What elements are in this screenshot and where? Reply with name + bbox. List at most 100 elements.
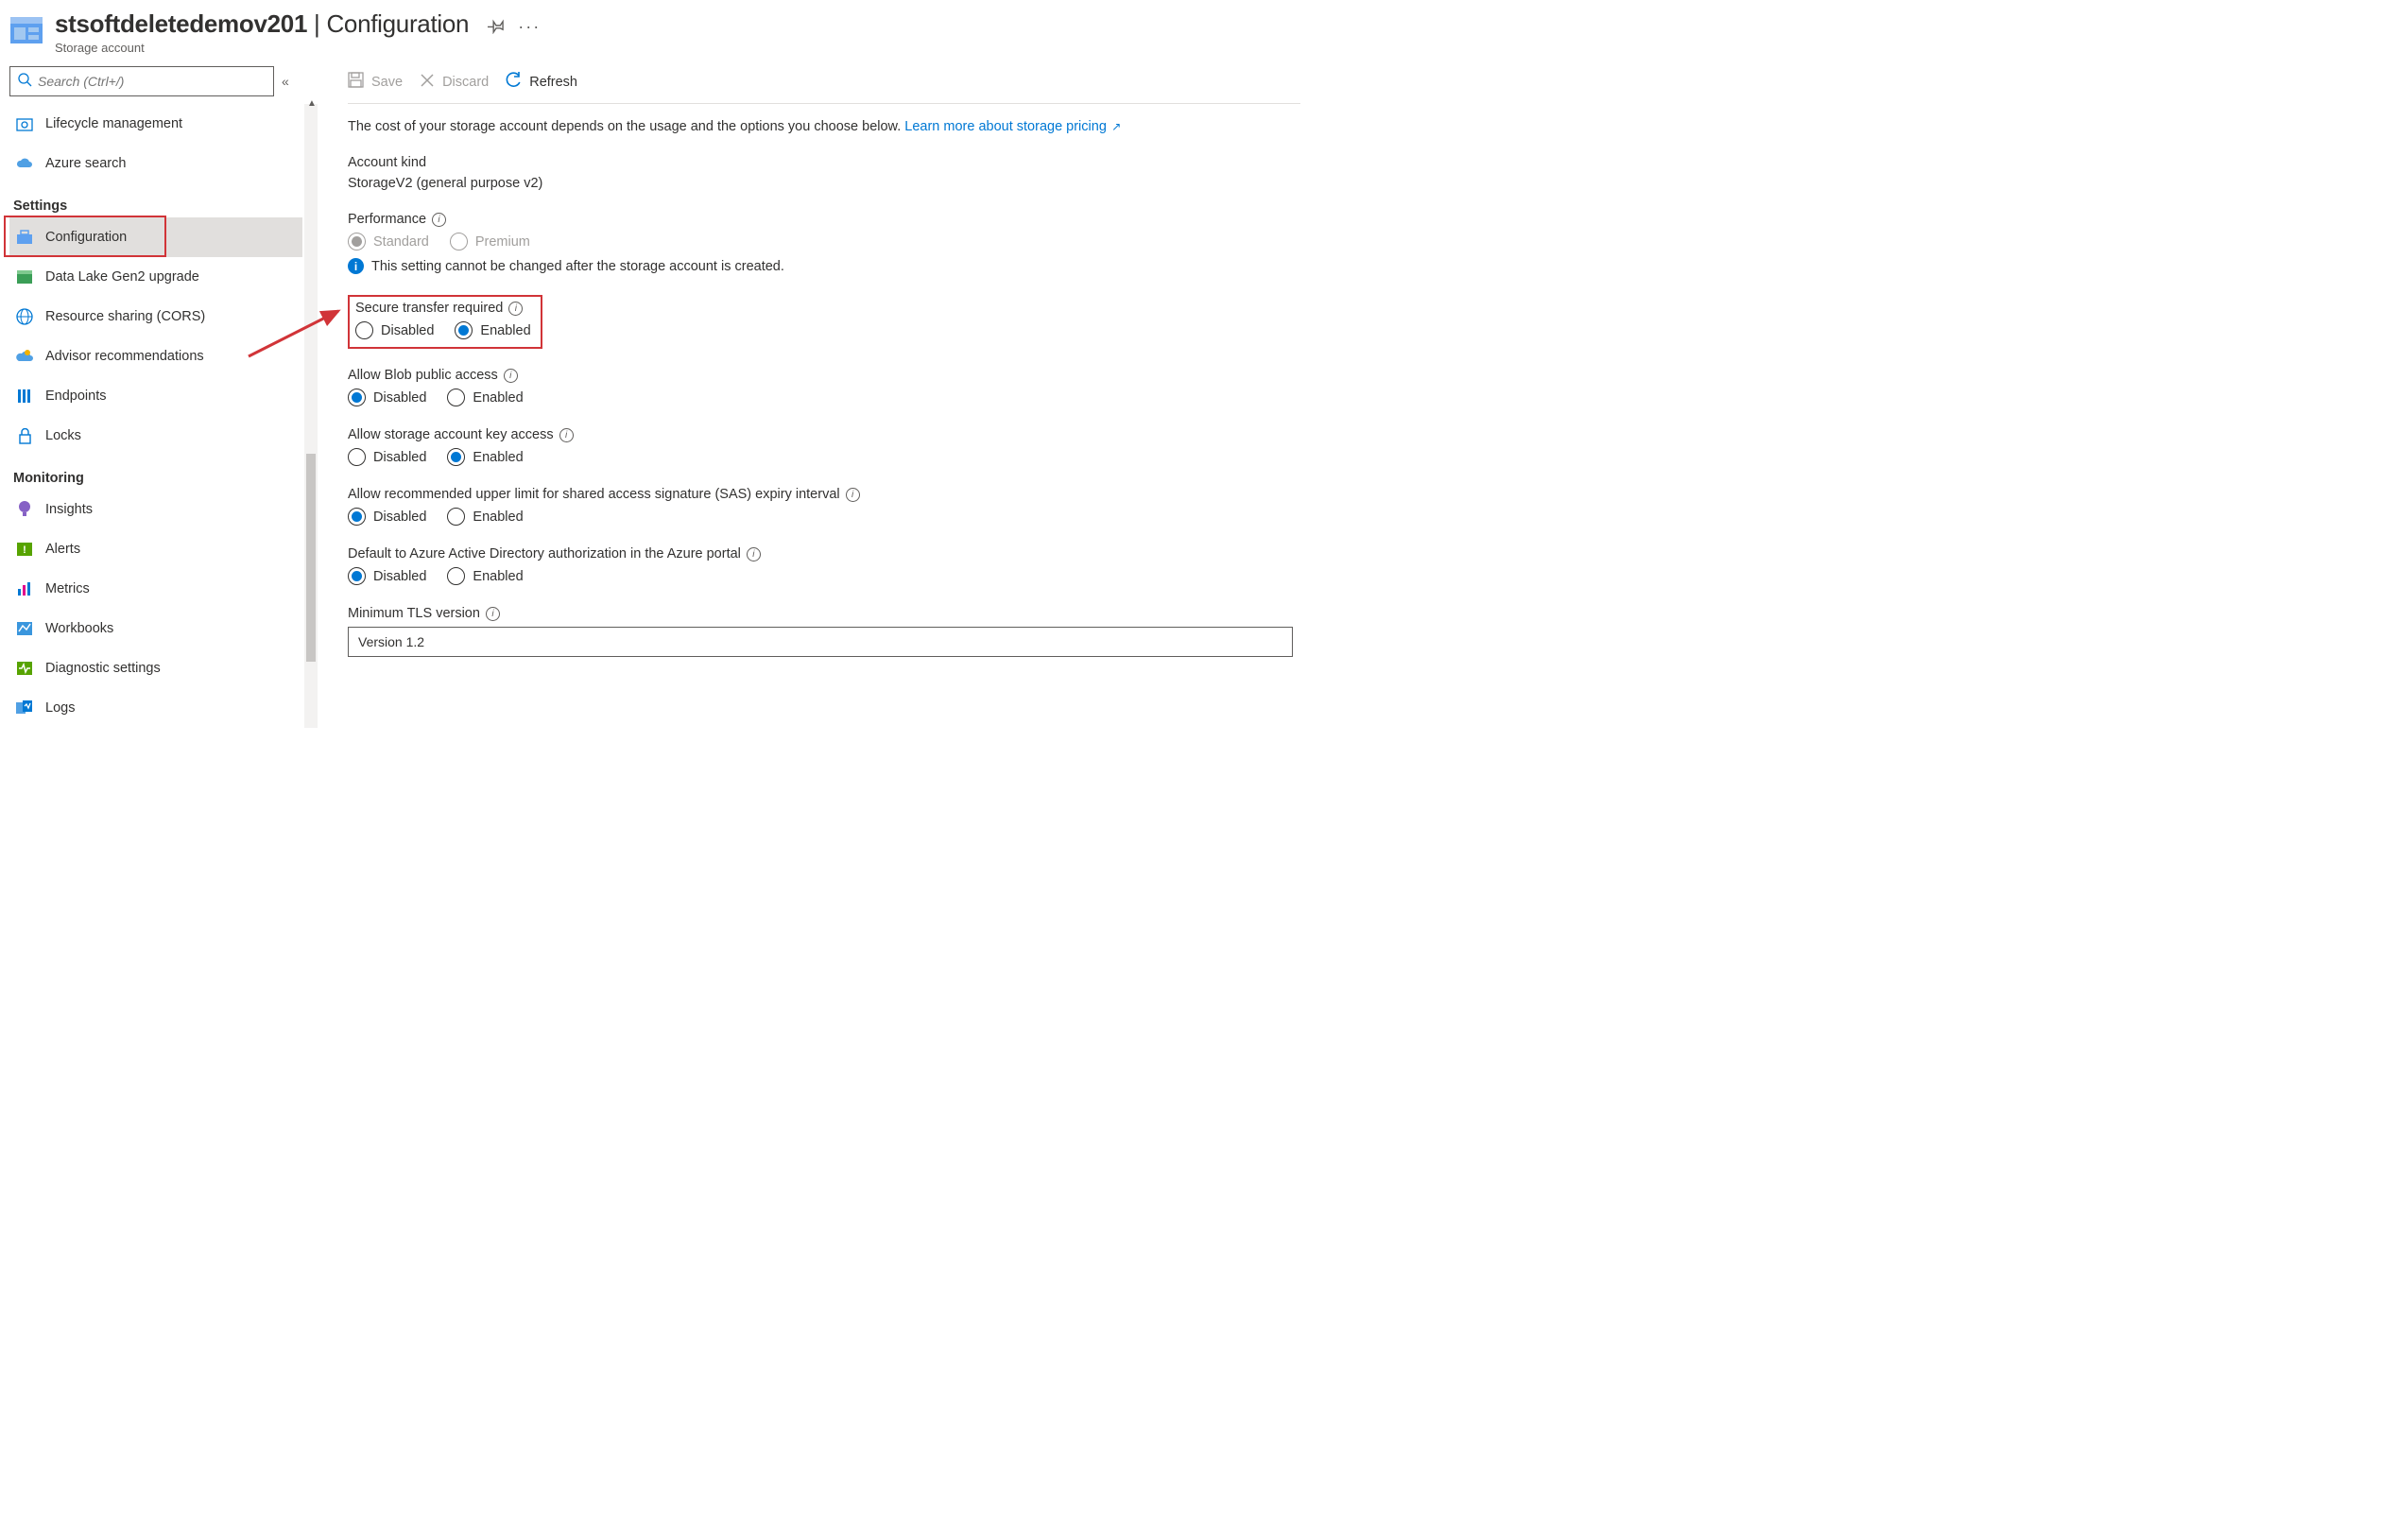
section-name: Configuration xyxy=(326,9,469,38)
main-content: Save Discard Refresh The cost of your st… xyxy=(318,60,1314,737)
radio-aad-disabled[interactable]: Disabled xyxy=(348,567,426,585)
search-icon xyxy=(18,73,32,90)
sidebar-item-label: Logs xyxy=(45,700,75,716)
radio-standard: Standard xyxy=(348,233,429,250)
sidebar-item-lifecycle[interactable]: Lifecycle management xyxy=(9,104,302,144)
secure-transfer-label: Secure transfer required xyxy=(355,301,503,316)
sidebar-item-label: Resource sharing (CORS) xyxy=(45,309,205,324)
resource-name: stsoftdeletedemov201 xyxy=(55,9,307,38)
sidebar-item-workbooks[interactable]: Workbooks xyxy=(9,609,302,648)
endpoints-icon xyxy=(15,389,34,404)
sidebar-item-alerts[interactable]: ! Alerts xyxy=(9,529,302,569)
info-icon[interactable]: i xyxy=(432,213,446,227)
search-input[interactable] xyxy=(38,74,266,89)
refresh-icon xyxy=(506,72,522,92)
sidebar-item-locks[interactable]: Locks xyxy=(9,416,302,456)
external-link-icon: ↗ xyxy=(1109,120,1121,133)
field-aad-default: Default to Azure Active Directory author… xyxy=(348,546,1300,585)
sidebar-item-azure-search[interactable]: Azure search xyxy=(9,144,302,183)
annotation-arrow xyxy=(244,300,348,366)
header-subtitle: Storage account xyxy=(55,41,541,55)
lifecycle-icon xyxy=(15,115,34,132)
radio-secure-enabled[interactable]: Enabled xyxy=(455,321,530,339)
sidebar-item-label: Data Lake Gen2 upgrade xyxy=(45,269,199,285)
blob-public-label: Allow Blob public access xyxy=(348,368,498,383)
performance-note: i This setting cannot be changed after t… xyxy=(348,258,1300,274)
sidebar-item-metrics[interactable]: Metrics xyxy=(9,569,302,609)
field-sas-expiry: Allow recommended upper limit for shared… xyxy=(348,487,1300,526)
refresh-label: Refresh xyxy=(529,75,577,90)
sidebar-item-label: Endpoints xyxy=(45,389,107,404)
toolbar: Save Discard Refresh xyxy=(348,60,1300,104)
sidebar-item-endpoints[interactable]: Endpoints xyxy=(9,376,302,416)
radio-secure-disabled[interactable]: Disabled xyxy=(355,321,434,339)
sas-expiry-label: Allow recommended upper limit for shared… xyxy=(348,487,840,502)
radio-blob-enabled[interactable]: Enabled xyxy=(447,389,523,406)
key-access-label: Allow storage account key access xyxy=(348,427,554,442)
radio-blob-disabled[interactable]: Disabled xyxy=(348,389,426,406)
sidebar-item-label: Lifecycle management xyxy=(45,116,182,131)
alerts-icon: ! xyxy=(15,543,34,556)
discard-label: Discard xyxy=(442,75,489,90)
annotation-highlight: Secure transfer required i Disabled Enab… xyxy=(348,295,542,349)
sidebar-item-label: Alerts xyxy=(45,542,80,557)
save-button: Save xyxy=(348,72,403,92)
logs-icon xyxy=(15,700,34,716)
sidebar-item-logs[interactable]: Logs xyxy=(9,688,302,728)
info-icon[interactable]: i xyxy=(504,369,518,383)
sidebar-item-insights[interactable]: Insights xyxy=(9,490,302,529)
field-performance: Performance i Standard Premium i This se xyxy=(348,212,1300,274)
tls-label: Minimum TLS version xyxy=(348,606,480,621)
sidebar: « ▲ Lifecycle management Azure search Se… xyxy=(0,60,318,737)
discard-icon xyxy=(420,73,435,92)
sidebar-item-label: Metrics xyxy=(45,581,90,596)
sidebar-item-configuration[interactable]: Configuration xyxy=(9,217,302,257)
info-icon[interactable]: i xyxy=(846,488,860,502)
radio-premium: Premium xyxy=(450,233,530,250)
info-icon[interactable]: i xyxy=(747,547,761,561)
sidebar-item-label: Configuration xyxy=(45,230,127,245)
collapse-sidebar-icon[interactable]: « xyxy=(282,74,289,89)
tls-select[interactable]: Version 1.2 xyxy=(348,627,1293,657)
lock-icon xyxy=(15,428,34,444)
group-monitoring-label: Monitoring xyxy=(13,471,302,486)
field-blob-public: Allow Blob public access i Disabled Enab… xyxy=(348,368,1300,406)
sidebar-item-label: Azure search xyxy=(45,156,126,171)
radio-key-enabled[interactable]: Enabled xyxy=(447,448,523,466)
account-kind-label: Account kind xyxy=(348,155,1300,170)
sidebar-item-diagnostic[interactable]: Diagnostic settings xyxy=(9,648,302,688)
radio-sas-enabled[interactable]: Enabled xyxy=(447,508,523,526)
tls-value: Version 1.2 xyxy=(358,634,424,649)
cloud-search-icon xyxy=(15,157,34,170)
refresh-button[interactable]: Refresh xyxy=(506,72,577,92)
sidebar-search[interactable] xyxy=(9,66,274,96)
field-key-access: Allow storage account key access i Disab… xyxy=(348,427,1300,466)
more-icon[interactable]: ··· xyxy=(518,17,541,37)
lightbulb-icon xyxy=(15,501,34,518)
radio-key-disabled[interactable]: Disabled xyxy=(348,448,426,466)
diagnostic-icon xyxy=(15,662,34,675)
sidebar-item-label: Diagnostic settings xyxy=(45,661,161,676)
toolbox-icon xyxy=(15,230,34,245)
scroll-up-icon[interactable]: ▲ xyxy=(307,98,317,109)
info-icon[interactable]: i xyxy=(508,302,523,316)
sidebar-item-datalake-upgrade[interactable]: Data Lake Gen2 upgrade xyxy=(9,257,302,297)
info-filled-icon: i xyxy=(348,258,364,274)
field-account-kind: Account kind StorageV2 (general purpose … xyxy=(348,155,1300,191)
datalake-icon xyxy=(15,269,34,285)
sidebar-item-label: Insights xyxy=(45,502,93,517)
scrollbar-thumb[interactable] xyxy=(306,454,316,662)
info-icon[interactable]: i xyxy=(486,607,500,621)
info-icon[interactable]: i xyxy=(559,428,574,442)
group-settings-label: Settings xyxy=(13,199,302,214)
learn-more-link[interactable]: Learn more about storage pricing ↗ xyxy=(904,119,1121,134)
sidebar-item-label: Advisor recommendations xyxy=(45,349,204,364)
advisor-icon xyxy=(15,349,34,364)
pin-icon[interactable] xyxy=(488,17,505,37)
radio-sas-disabled[interactable]: Disabled xyxy=(348,508,426,526)
discard-button: Discard xyxy=(420,73,489,92)
radio-aad-enabled[interactable]: Enabled xyxy=(447,567,523,585)
field-tls: Minimum TLS version i Version 1.2 xyxy=(348,606,1300,657)
svg-text:!: ! xyxy=(23,544,26,556)
globe-icon xyxy=(15,308,34,325)
